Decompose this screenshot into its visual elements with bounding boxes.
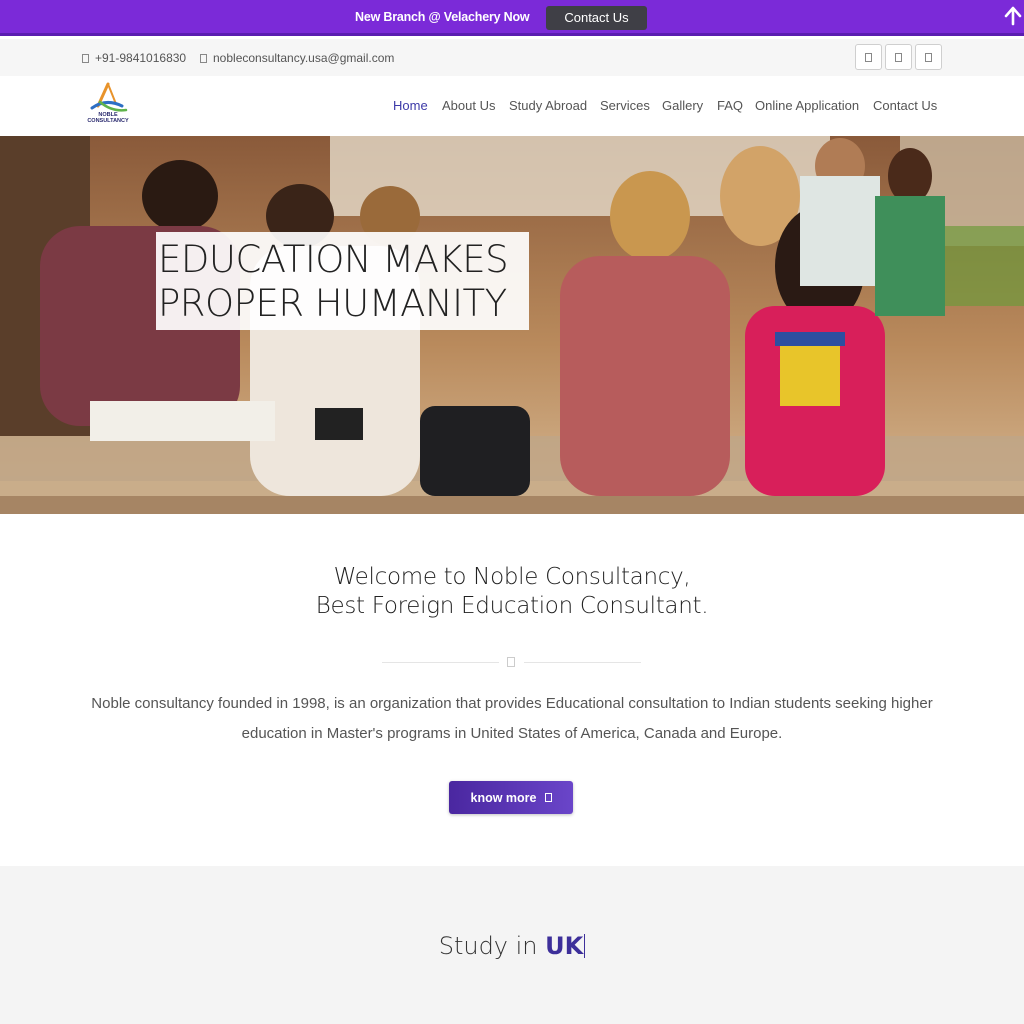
social-button-1[interactable] <box>855 44 882 70</box>
know-more-button[interactable]: know more <box>449 781 573 814</box>
nav-online-application[interactable]: Online Application <box>755 98 859 113</box>
phone-icon <box>82 53 89 63</box>
email-icon <box>200 53 207 63</box>
arrow-up-icon[interactable] <box>1004 6 1022 26</box>
nav-study-abroad[interactable]: Study Abroad <box>509 98 587 113</box>
nav-services[interactable]: Services <box>600 98 650 113</box>
nav-faq[interactable]: FAQ <box>717 98 743 113</box>
logo-text: NOBLE CONSULTANCY <box>87 112 129 124</box>
logo-mark-icon <box>90 82 128 112</box>
contact-info-bar: +91-9841016830 nobleconsultancy.usa@gmai… <box>0 39 1024 76</box>
email-address: nobleconsultancy.usa@gmail.com <box>213 51 395 65</box>
social-icon <box>865 53 872 62</box>
social-button-2[interactable] <box>885 44 912 70</box>
study-section: Study in UK <box>0 866 1024 1024</box>
know-more-label: know more <box>470 790 537 805</box>
hero-line-1: EDUCATION MAKES <box>158 238 509 281</box>
typing-caret <box>584 934 586 958</box>
social-button-3[interactable] <box>915 44 942 70</box>
main-navbar: NOBLE CONSULTANCY Home About Us Study Ab… <box>0 76 1024 136</box>
divider-left <box>382 662 499 663</box>
nav-gallery[interactable]: Gallery <box>662 98 703 113</box>
welcome-section: Welcome to Noble Consultancy, Best Forei… <box>0 514 1024 866</box>
arrow-icon <box>544 793 552 802</box>
site-logo[interactable]: NOBLE CONSULTANCY <box>82 82 134 132</box>
email-info[interactable]: nobleconsultancy.usa@gmail.com <box>200 51 394 65</box>
study-prefix: Study in <box>438 932 538 960</box>
nav-contact-us[interactable]: Contact Us <box>873 98 937 113</box>
divider-icon <box>507 657 515 667</box>
hero-banner: EDUCATION MAKES PROPER HUMANITY <box>0 136 1024 514</box>
phone-number: +91-9841016830 <box>95 51 187 65</box>
promo-text: New Branch @ Velachery Now <box>355 10 530 24</box>
divider-right <box>524 662 641 663</box>
welcome-paragraph: Noble consultancy founded in 1998, is an… <box>91 695 933 742</box>
study-heading: Study in UK <box>0 932 1024 960</box>
study-country: UK <box>545 932 584 960</box>
welcome-heading-line-1: Welcome to Noble Consultancy, <box>333 564 691 590</box>
nav-home[interactable]: Home <box>393 98 428 113</box>
social-icon <box>895 53 902 62</box>
promo-contact-button[interactable]: Contact Us <box>546 6 647 30</box>
hero-headline: EDUCATION MAKES PROPER HUMANITY <box>156 232 529 330</box>
hero-line-2: PROPER HUMANITY <box>158 282 507 325</box>
promo-bar: New Branch @ Velachery Now Contact Us <box>0 0 1024 36</box>
phone-info[interactable]: +91-9841016830 <box>82 51 186 65</box>
nav-about-us[interactable]: About Us <box>442 98 495 113</box>
welcome-heading-line-2: Best Foreign Education Consultant. <box>315 593 709 619</box>
social-icon <box>925 53 932 62</box>
